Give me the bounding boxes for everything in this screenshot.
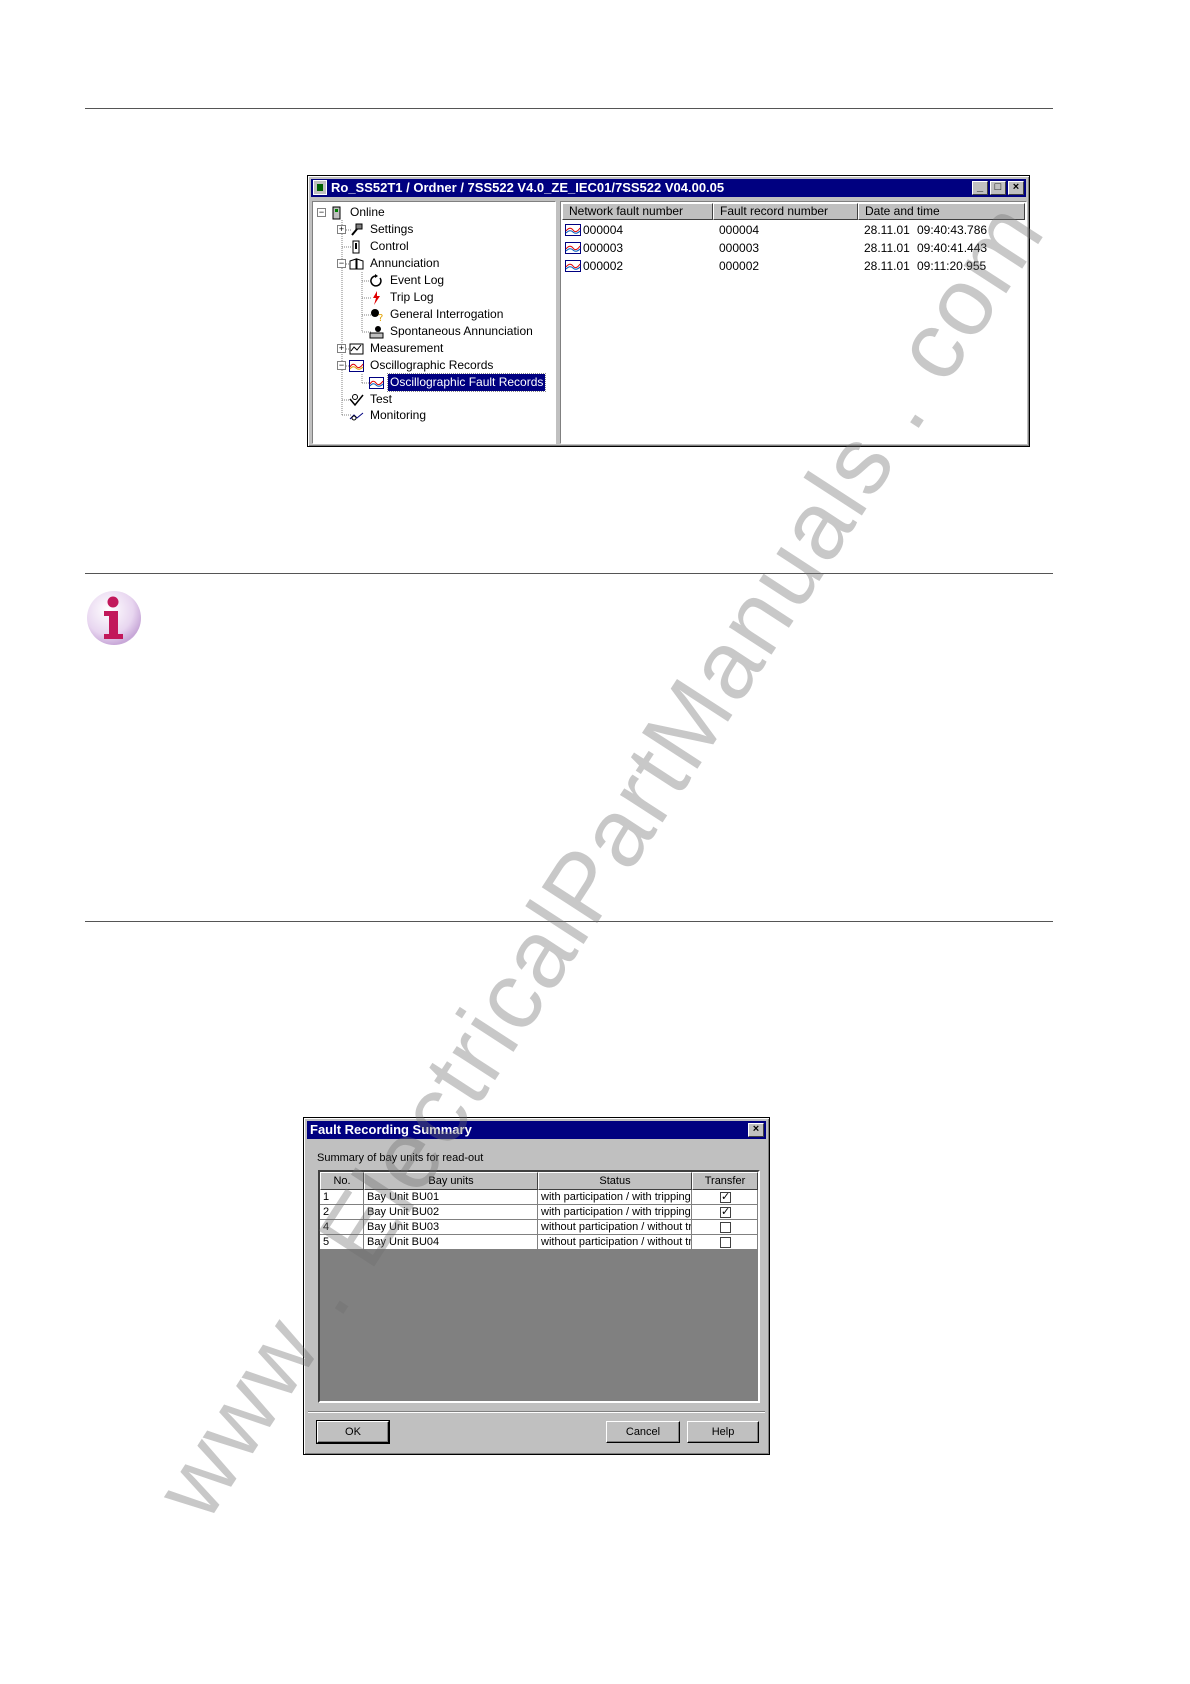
oscillograph-icon: [369, 376, 384, 390]
tree-item-online[interactable]: − Online: [317, 204, 387, 221]
tree-item-trip-log[interactable]: Trip Log: [369, 289, 436, 306]
dialog-separator: [308, 1411, 765, 1413]
tree-item-control[interactable]: Control: [349, 238, 411, 255]
table-row[interactable]: 4 Bay Unit BU03 without participation / …: [320, 1220, 758, 1235]
collapse-icon[interactable]: −: [337, 361, 346, 370]
oscillograph-icon: [565, 242, 581, 254]
close-button[interactable]: ×: [1008, 181, 1024, 195]
fault-recording-summary-dialog: Fault Recording Summary × Summary of bay…: [303, 1117, 770, 1455]
tree-item-event-log[interactable]: Event Log: [369, 272, 446, 289]
monitoring-icon: [349, 409, 364, 423]
tree-item-annunciation[interactable]: − Annunciation: [337, 255, 441, 272]
control-icon: [349, 240, 364, 254]
info-icon: [87, 591, 141, 645]
oscillograph-icon: [565, 224, 581, 236]
minimize-button[interactable]: _: [972, 181, 988, 195]
expand-icon[interactable]: +: [337, 225, 346, 234]
close-button[interactable]: ×: [748, 1123, 764, 1137]
help-button[interactable]: Help: [687, 1421, 759, 1443]
expand-icon[interactable]: +: [337, 344, 346, 353]
dialog-titlebar[interactable]: Fault Recording Summary ×: [307, 1121, 766, 1139]
tree-item-monitoring[interactable]: Monitoring: [349, 407, 428, 424]
column-header-no[interactable]: No.: [320, 1172, 364, 1190]
tree-item-oscillographic-fault-records[interactable]: Oscillographic Fault Records: [369, 373, 547, 392]
oscillograph-icon: [349, 359, 364, 373]
cancel-button[interactable]: Cancel: [606, 1421, 680, 1443]
dialog-title: Fault Recording Summary: [310, 1122, 472, 1137]
column-header-transfer[interactable]: Transfer: [692, 1172, 758, 1190]
column-header-date-time[interactable]: Date and time: [858, 203, 1025, 220]
event-log-icon: [369, 273, 384, 288]
tree-item-general-interrogation[interactable]: ? General Interrogation: [369, 306, 505, 324]
book-icon: [349, 257, 364, 271]
app-icon: [313, 180, 327, 195]
dialog-subtitle: Summary of bay units for read-out: [317, 1152, 484, 1164]
device-icon: [329, 206, 344, 220]
transfer-checkbox[interactable]: [720, 1222, 731, 1233]
test-icon: [349, 393, 364, 407]
column-header-bay-units[interactable]: Bay units: [364, 1172, 538, 1190]
bay-units-grid: No. Bay units Status Transfer 1 Bay Unit…: [318, 1170, 760, 1403]
fault-record-list: Network fault number Fault record number…: [560, 201, 1027, 444]
column-header-status[interactable]: Status: [538, 1172, 692, 1190]
top-rule: [85, 108, 1053, 109]
table-row[interactable]: 1 Bay Unit BU01 with participation / wit…: [320, 1190, 758, 1205]
oscillograph-icon: [565, 260, 581, 272]
digsi-oscillographic-window: Ro_SS52T1 / Ordner / 7SS522 V4.0_ZE_IEC0…: [307, 175, 1030, 447]
transfer-checkbox[interactable]: [720, 1237, 731, 1248]
transfer-checkbox[interactable]: ✓: [720, 1192, 731, 1203]
ok-button[interactable]: OK: [316, 1420, 390, 1444]
tree-item-measurement[interactable]: + Measurement: [337, 340, 445, 357]
table-row[interactable]: 2 Bay Unit BU02 with participation / wit…: [320, 1205, 758, 1220]
window-titlebar[interactable]: Ro_SS52T1 / Ordner / 7SS522 V4.0_ZE_IEC0…: [311, 179, 1026, 197]
collapse-icon[interactable]: −: [337, 259, 346, 268]
transfer-checkbox[interactable]: ✓: [720, 1207, 731, 1218]
table-row[interactable]: 5 Bay Unit BU04 without participation / …: [320, 1235, 758, 1250]
lower-rule: [85, 921, 1053, 922]
tree-item-spontaneous-annunciation[interactable]: Spontaneous Annunciation: [369, 323, 535, 340]
collapse-icon[interactable]: −: [317, 208, 326, 217]
tree-item-oscillographic-records[interactable]: − Oscillographic Records: [337, 357, 495, 374]
middle-rule: [85, 573, 1053, 574]
maximize-button[interactable]: □: [990, 181, 1006, 195]
column-header-fault-record[interactable]: Fault record number: [713, 203, 858, 220]
lightning-icon: [369, 290, 384, 305]
column-header-network-fault[interactable]: Network fault number: [562, 203, 713, 220]
interrogation-icon: ?: [369, 308, 384, 324]
measurement-icon: [349, 342, 364, 356]
svg-text:?: ?: [378, 313, 383, 322]
settings-icon: [349, 223, 364, 237]
navigation-tree: − Online + Settings Control − Annunciati…: [312, 201, 556, 444]
tree-item-settings[interactable]: + Settings: [337, 221, 415, 238]
spontaneous-icon: [369, 325, 384, 339]
window-title: Ro_SS52T1 / Ordner / 7SS522 V4.0_ZE_IEC0…: [331, 180, 725, 195]
tree-item-test[interactable]: Test: [349, 391, 394, 408]
